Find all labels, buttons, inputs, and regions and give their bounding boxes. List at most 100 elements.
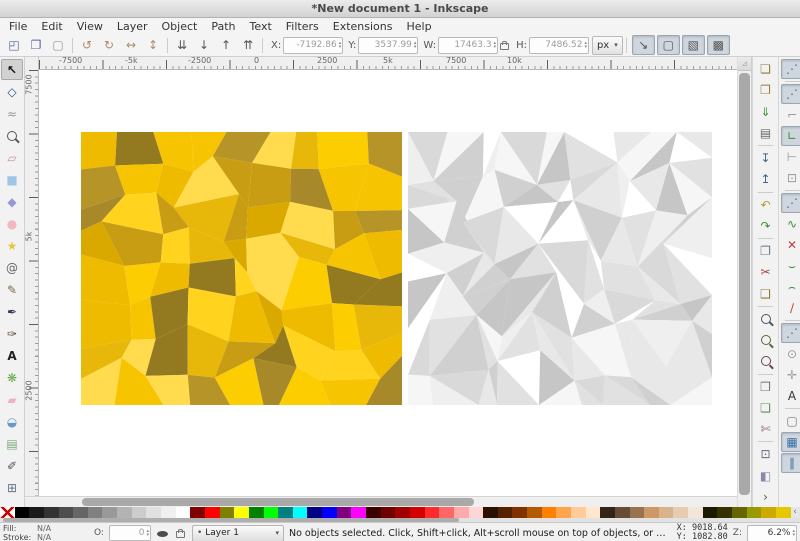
palette-swatch[interactable] [688,507,703,518]
print-document[interactable]: ▤ [754,123,777,143]
w-field[interactable]: 17463.3 [438,37,498,54]
snap-bbox-edges[interactable]: ⌐ [781,105,800,125]
palette-swatch[interactable] [498,507,513,518]
opacity-spinbox[interactable]: 0 [109,525,151,541]
palette-swatch[interactable] [264,507,279,518]
undo[interactable]: ↶ [754,195,777,215]
rectangle-tool[interactable]: ■ [1,169,23,190]
palette-swatch[interactable] [59,507,74,518]
palette-swatch[interactable] [293,507,308,518]
palette-swatch[interactable] [439,507,454,518]
scale-stroke-toggle[interactable]: ↘ [632,35,655,55]
redo[interactable]: ↷ [754,216,777,236]
selector-tool[interactable]: ↖ [1,59,23,80]
menu-layer[interactable]: Layer [110,19,155,34]
menu-help[interactable]: Help [399,19,438,34]
palette-swatch[interactable] [586,507,601,518]
lower-one-step[interactable]: ↓ [193,35,215,55]
palette-swatch[interactable] [527,507,542,518]
palette-swatch[interactable] [234,507,249,518]
zoom-spinbox[interactable]: 6.2% [747,525,797,541]
palette-swatch[interactable] [278,507,293,518]
palette-swatch[interactable] [454,507,469,518]
calligraphy-tool[interactable]: ✑ [1,323,23,344]
save-document[interactable]: ⇓ [754,102,777,122]
palette-swatch[interactable] [776,507,791,518]
star-tool[interactable]: ★ [1,235,23,256]
raise-one-step[interactable]: ↑ [215,35,237,55]
flip-vertical[interactable]: ↕ [142,35,164,55]
snap-others-toggle[interactable]: ⋰ [781,323,800,343]
menu-edit[interactable]: Edit [34,19,69,34]
paint-bucket-tool[interactable]: ◒ [1,411,23,432]
vertical-scrollbar[interactable] [738,71,751,507]
palette-swatch[interactable] [307,507,322,518]
palette-swatch[interactable] [615,507,630,518]
palette-swatch[interactable] [717,507,732,518]
snap-nodes-toggle[interactable]: ⋰ [781,193,800,213]
palette-swatch[interactable] [366,507,381,518]
snap-path-intersections[interactable]: ✕ [781,235,800,255]
spinner-arrows[interactable] [339,41,342,49]
snap-bbox-corners[interactable]: ∟ [781,126,800,146]
palette-swatch[interactable] [132,507,147,518]
palette-swatch[interactable] [205,507,220,518]
node-tool[interactable]: ◇ [1,81,23,102]
snap-text-baseline[interactable]: A [781,386,800,406]
spiral-tool[interactable]: @ [1,257,23,278]
zoom-to-drawing[interactable] [754,330,777,350]
palette-scroll-arrow[interactable] [791,507,800,518]
palette-swatch-none[interactable] [0,507,15,518]
snap-line-midpoints[interactable]: ∕ [781,298,800,318]
scale-corners-toggle[interactable]: ▢ [657,35,680,55]
horizontal-ruler[interactable]: -7500-5k-2500025005k750010k [39,57,737,70]
menu-text[interactable]: Text [243,19,279,34]
gradient-tool[interactable]: ▤ [1,433,23,454]
canvas-viewport[interactable] [39,70,737,496]
palette-swatch[interactable] [220,507,235,518]
fill-stroke-indicator[interactable]: Fill:N/A Stroke:N/A [3,524,89,541]
palette-swatch[interactable] [600,507,615,518]
dropper-tool[interactable]: ✐ [1,455,23,476]
export-image[interactable]: ↥ [754,169,777,189]
y-field[interactable]: 3537.99 [358,37,418,54]
cut[interactable]: ✂ [754,262,777,282]
unit-dropdown[interactable]: px [592,36,623,55]
snap-cusp-nodes[interactable]: ⌣ [781,256,800,276]
ruler-corner-button[interactable] [738,57,751,71]
vertical-ruler[interactable]: 75005k2500 [25,70,39,496]
palette-swatch[interactable] [161,507,176,518]
xml-editor[interactable]: ⊡ [754,444,777,464]
palette-swatch[interactable] [15,507,30,518]
palette-swatch[interactable] [512,507,527,518]
palette-scrollbar-thumb[interactable] [3,518,459,522]
palette-swatch[interactable] [747,507,762,518]
layer-dropdown[interactable]: Layer 1 [192,525,284,541]
menu-extensions[interactable]: Extensions [326,19,400,34]
palette-swatch[interactable] [630,507,645,518]
palette-swatch[interactable] [542,507,557,518]
palette-swatch[interactable] [732,507,747,518]
zoom-tool[interactable] [1,125,23,146]
palette-swatch[interactable] [469,507,484,518]
palette-swatch[interactable] [410,507,425,518]
h-field[interactable]: 7486.52 [529,37,589,54]
spinner-arrows[interactable] [146,529,149,537]
transform-gradients-toggle[interactable]: ▧ [682,35,705,55]
raise-to-top[interactable]: ⇈ [237,35,259,55]
fill-stroke-dialog[interactable]: ◧ [754,466,777,486]
horizontal-scrollbar-thumb[interactable] [82,498,474,506]
palette-swatch[interactable] [190,507,205,518]
rotate-ccw[interactable]: ↺ [76,35,98,55]
snap-grids[interactable]: ▦ [781,432,800,452]
create-clone[interactable]: ❏ [754,398,777,418]
new-document[interactable]: ❏ [754,59,777,79]
palette-swatch[interactable] [395,507,410,518]
snap-bbox-edge-midpoints[interactable]: ⊢ [781,147,800,167]
x-field[interactable]: -7192.86 [283,37,343,54]
transform-patterns-toggle[interactable]: ▩ [707,35,730,55]
horizontal-scrollbar[interactable] [25,496,737,507]
spinner-arrows[interactable] [792,529,795,537]
vertical-scrollbar-thumb[interactable] [739,73,750,495]
palette-scrollbar[interactable] [0,518,800,522]
